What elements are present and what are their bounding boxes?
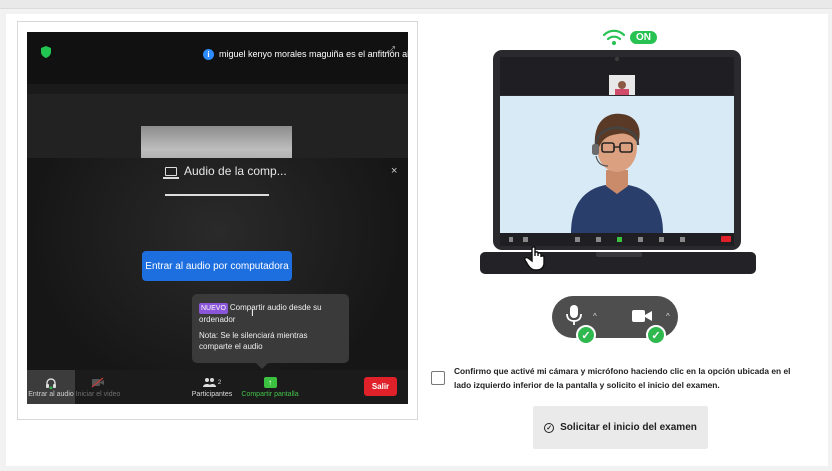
start-video-button[interactable]: Iniciar el video	[73, 370, 123, 404]
participants-icon: 2	[202, 376, 222, 389]
participants-count: 2	[217, 379, 222, 386]
video-off-icon	[91, 376, 105, 389]
new-badge: NUEVO	[199, 303, 228, 314]
request-exam-button[interactable]: ✓ Solicitar el inicio del examen	[533, 406, 708, 449]
camera-icon	[632, 310, 652, 322]
host-notice: i miguel kenyo morales maguiña es el anf…	[203, 44, 408, 64]
share-screen-label: Compartir pantalla	[241, 391, 299, 398]
expand-icon[interactable]: ⤢	[387, 45, 395, 56]
confirm-text: Confirmo que activé mi cámara y micrófon…	[454, 366, 791, 390]
share-audio-tooltip: NUEVO Compartir audio desde su ordenador …	[192, 294, 349, 369]
leave-button[interactable]: Salir	[364, 377, 397, 396]
laptop-icon	[480, 50, 756, 274]
mic-check-icon: ✓	[576, 325, 596, 345]
join-audio-button[interactable]: Entrar al audio por computadora	[142, 251, 292, 281]
audio-panel-title: Audio de la comp...	[163, 164, 287, 179]
confirm-checkbox[interactable]	[431, 371, 445, 385]
on-badge: ON	[630, 31, 657, 44]
info-icon: i	[203, 48, 214, 60]
mic-caret-icon: ^	[593, 312, 597, 321]
camera-check-icon: ✓	[646, 325, 666, 345]
camera-caret-icon: ^	[666, 312, 670, 321]
check-circle-icon: ✓	[544, 422, 555, 433]
start-video-label: Iniciar el video	[75, 391, 121, 398]
headphones-icon	[45, 376, 57, 389]
tab-underline	[165, 194, 269, 196]
hand-cursor-icon	[524, 246, 545, 271]
join-audio-toolbar-button[interactable]: Entrar al audio	[27, 370, 75, 404]
share-screen-button[interactable]: ↑ Compartir pantalla	[239, 370, 301, 404]
computer-icon	[163, 166, 179, 179]
close-icon[interactable]: ×	[391, 165, 397, 177]
tooltip-note: Nota: Se le silenciará mientras comparte…	[199, 331, 308, 351]
participants-button[interactable]: 2 Participantes	[185, 370, 239, 404]
join-audio-label: Entrar al audio	[28, 391, 74, 398]
audio-title-text: Audio de la comp...	[184, 164, 287, 178]
text-cursor-icon: I	[251, 308, 254, 319]
request-exam-label: Solicitar el inicio del examen	[560, 422, 697, 433]
shield-icon	[41, 46, 51, 58]
microphone-icon	[566, 305, 582, 325]
top-bar	[0, 0, 832, 9]
host-notice-text: miguel kenyo morales maguiña es el anfit…	[219, 49, 408, 59]
share-screen-icon: ↑	[263, 376, 277, 389]
participants-label: Participantes	[191, 391, 233, 398]
zoom-screenshot: i miguel kenyo morales maguiña es el anf…	[27, 32, 408, 404]
zoom-toolbar: Entrar al audio Iniciar el video 2 Parti…	[27, 370, 408, 404]
